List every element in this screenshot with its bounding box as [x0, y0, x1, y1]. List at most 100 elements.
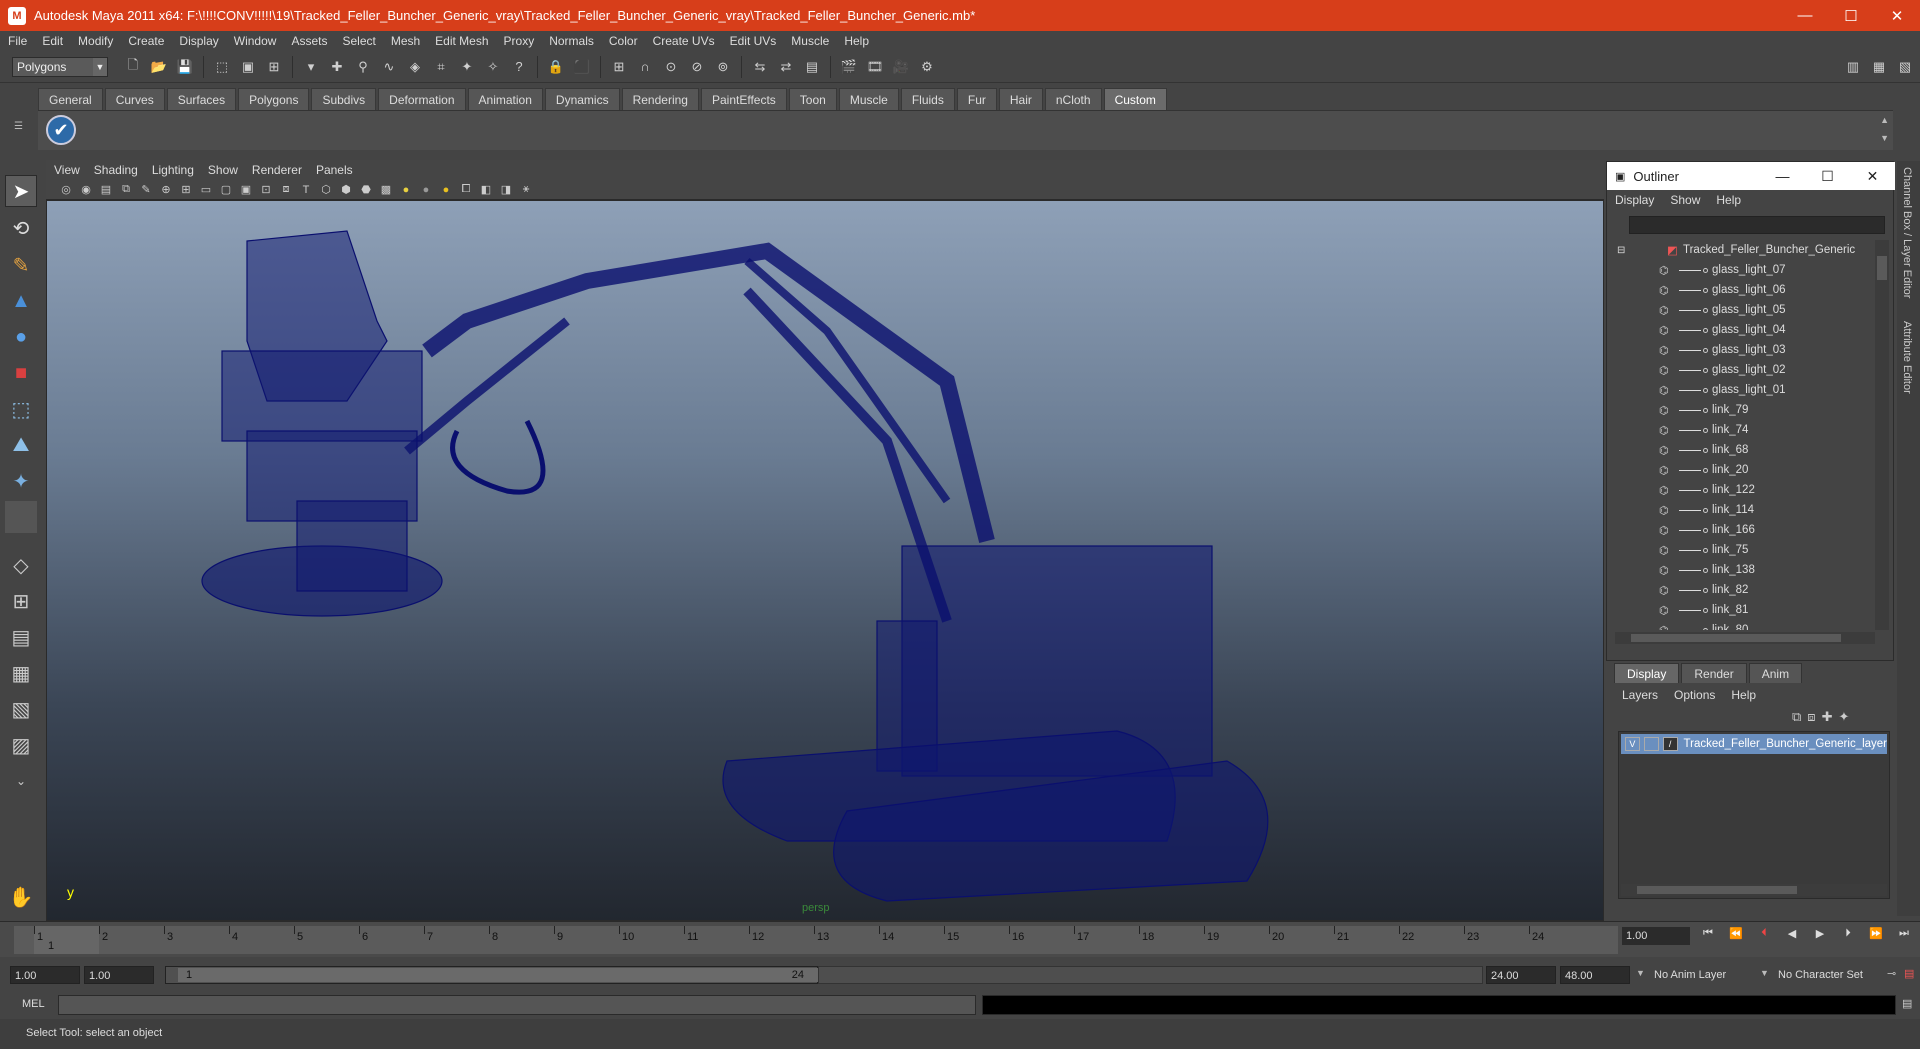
command-input[interactable]: [58, 995, 976, 1015]
menu-assets[interactable]: Assets: [291, 34, 327, 48]
shelf-tab-dynamics[interactable]: Dynamics: [544, 88, 620, 110]
menu-edit[interactable]: Edit: [42, 34, 63, 48]
make-live-icon[interactable]: ⊚: [712, 56, 734, 78]
last-tool-icon[interactable]: [5, 501, 37, 533]
menu-edit-mesh[interactable]: Edit Mesh: [435, 34, 488, 48]
outliner-horizontal-scrollbar[interactable]: [1615, 632, 1875, 644]
shelf-tab-painteffects[interactable]: PaintEffects: [700, 88, 787, 110]
go-to-start-icon[interactable]: ⏮: [1694, 927, 1722, 945]
layer-row[interactable]: V / Tracked_Feller_Buncher_Generic_layer: [1621, 734, 1887, 754]
shelf-tab-hair[interactable]: Hair: [998, 88, 1043, 110]
menu-color[interactable]: Color: [609, 34, 638, 48]
scale-tool-icon[interactable]: ■: [5, 357, 37, 389]
render-settings-icon[interactable]: ⚙: [916, 56, 938, 78]
layer-menu-help[interactable]: Help: [1731, 688, 1756, 702]
outliner-item[interactable]: ⌬ link_138: [1615, 560, 1880, 580]
show-manipulator-icon[interactable]: ✦: [5, 465, 37, 497]
layout-single-pane-icon[interactable]: ◇: [5, 549, 37, 581]
camera-settings-icon[interactable]: ⚹: [518, 182, 534, 198]
layer-display-type-toggle[interactable]: [1643, 737, 1659, 751]
scroll-thumb[interactable]: [1877, 256, 1887, 280]
menu-proxy[interactable]: Proxy: [504, 34, 535, 48]
layer-menu-layers[interactable]: Layers: [1622, 688, 1658, 702]
menu-display[interactable]: Display: [179, 34, 218, 48]
xray-icon[interactable]: ◧: [478, 182, 494, 198]
step-forward-key-icon[interactable]: ⏩: [1862, 927, 1890, 945]
outliner-item[interactable]: ⌬ link_20: [1615, 460, 1880, 480]
current-frame-field[interactable]: 1.00: [1622, 927, 1690, 945]
layer-visibility-toggle[interactable]: V: [1625, 737, 1640, 751]
snap-curve-icon[interactable]: ∩: [634, 56, 656, 78]
animation-end-field[interactable]: 48.00: [1560, 966, 1630, 984]
character-set-selector[interactable]: No Character Set: [1774, 966, 1886, 984]
channel-box-tab[interactable]: Channel Box / Layer Editor: [1901, 167, 1913, 298]
outliner-item[interactable]: ⌬ link_75: [1615, 540, 1880, 560]
viewport-menu-show[interactable]: Show: [208, 163, 238, 177]
outliner-item[interactable]: ⌬ link_114: [1615, 500, 1880, 520]
select-deformations-icon[interactable]: ⌗: [430, 56, 452, 78]
outliner-item[interactable]: ⌬ link_79: [1615, 400, 1880, 420]
create-layer-icon[interactable]: ✚: [1822, 709, 1833, 725]
field-chart-icon[interactable]: ⊡: [258, 182, 274, 198]
shelf-tab-fluids[interactable]: Fluids: [900, 88, 955, 110]
viewport-menu-renderer[interactable]: Renderer: [252, 163, 302, 177]
rotate-tool-icon[interactable]: ●: [5, 321, 37, 353]
play-backwards-icon[interactable]: ◀: [1778, 927, 1806, 945]
menu-window[interactable]: Window: [234, 34, 277, 48]
outliner-item[interactable]: ⌬ glass_light_04: [1615, 320, 1880, 340]
high-quality-icon[interactable]: ●: [438, 182, 454, 198]
playback-start-field[interactable]: 1.00: [84, 966, 154, 984]
playback-end-field[interactable]: 24.00: [1486, 966, 1556, 984]
step-back-key-icon[interactable]: ⏪: [1722, 927, 1750, 945]
output-ops-icon[interactable]: ⇄: [775, 56, 797, 78]
lock-selection-icon[interactable]: 🔒: [545, 56, 567, 78]
toggle-tool-settings-icon[interactable]: ▦: [1868, 56, 1890, 78]
menu-edit-uvs[interactable]: Edit UVs: [730, 34, 777, 48]
shelf-tab-animation[interactable]: Animation: [467, 88, 543, 110]
tab-display[interactable]: Display: [1614, 663, 1680, 683]
scroll-thumb[interactable]: [1637, 886, 1797, 894]
outliner-item[interactable]: ⌬ link_81: [1615, 600, 1880, 620]
mode-selector[interactable]: Polygons ▼: [12, 56, 108, 77]
safe-action-icon[interactable]: ⧈: [278, 182, 294, 198]
select-curves-icon[interactable]: ∿: [378, 56, 400, 78]
outliner-item[interactable]: ⌬ glass_light_07: [1615, 260, 1880, 280]
camera-attributes-icon[interactable]: ◉: [78, 182, 94, 198]
select-hierarchy-icon[interactable]: ⬚: [211, 56, 233, 78]
soft-modification-icon[interactable]: ⛰: [5, 429, 37, 461]
move-tool-icon[interactable]: ▲: [5, 285, 37, 317]
input-ops-icon[interactable]: ⇆: [749, 56, 771, 78]
outliner-item[interactable]: ⌬ glass_light_02: [1615, 360, 1880, 380]
outliner-maximize-button[interactable]: ☐: [1805, 168, 1850, 185]
2d-pan-zoom-icon[interactable]: ⊕: [158, 182, 174, 198]
snap-view-plane-icon[interactable]: ⊘: [686, 56, 708, 78]
shelf-tab-deformation[interactable]: Deformation: [378, 88, 466, 110]
viewport-menu-shading[interactable]: Shading: [94, 163, 138, 177]
step-forward-frame-icon[interactable]: ⏵: [1834, 927, 1862, 945]
tab-anim[interactable]: Anim: [1748, 663, 1803, 683]
checkmark-icon[interactable]: ✔: [46, 115, 76, 145]
new-layer-empty-icon[interactable]: ⧉: [1792, 709, 1801, 725]
outliner-vertical-scrollbar[interactable]: [1875, 240, 1889, 630]
shelf-tab-fur[interactable]: Fur: [956, 88, 997, 110]
select-handles-icon[interactable]: ✚: [326, 56, 348, 78]
wireframe-on-shaded-icon[interactable]: ⬣: [358, 182, 374, 198]
menu-help[interactable]: Help: [844, 34, 869, 48]
shelf-tab-rendering[interactable]: Rendering: [621, 88, 699, 110]
layout-hypershade-icon[interactable]: ▧: [5, 693, 37, 725]
shelf-tab-general[interactable]: General: [38, 88, 103, 110]
play-forwards-icon[interactable]: ▶: [1806, 927, 1834, 945]
menu-create-uvs[interactable]: Create UVs: [653, 34, 715, 48]
toggle-attribute-editor-icon[interactable]: ▥: [1842, 56, 1864, 78]
menu-select[interactable]: Select: [342, 34, 375, 48]
select-misc-icon[interactable]: ?: [508, 56, 530, 78]
time-slider-track[interactable]: 1 1 2 3 4 5 6 7 8 9 10 11 12 13 14 15 16 17 18 19 20 21 22 23 24: [14, 926, 1618, 954]
scroll-thumb[interactable]: [1631, 634, 1841, 642]
menu-create[interactable]: Create: [128, 34, 164, 48]
isolate-select-icon[interactable]: ⧠: [458, 182, 474, 198]
shelf-tab-subdivs[interactable]: Subdivs: [311, 88, 377, 110]
resolution-gate-icon[interactable]: ▢: [218, 182, 234, 198]
select-object-icon[interactable]: ▣: [237, 56, 259, 78]
animation-start-field[interactable]: 1.00: [10, 966, 80, 984]
viewport-menu-panels[interactable]: Panels: [316, 163, 353, 177]
